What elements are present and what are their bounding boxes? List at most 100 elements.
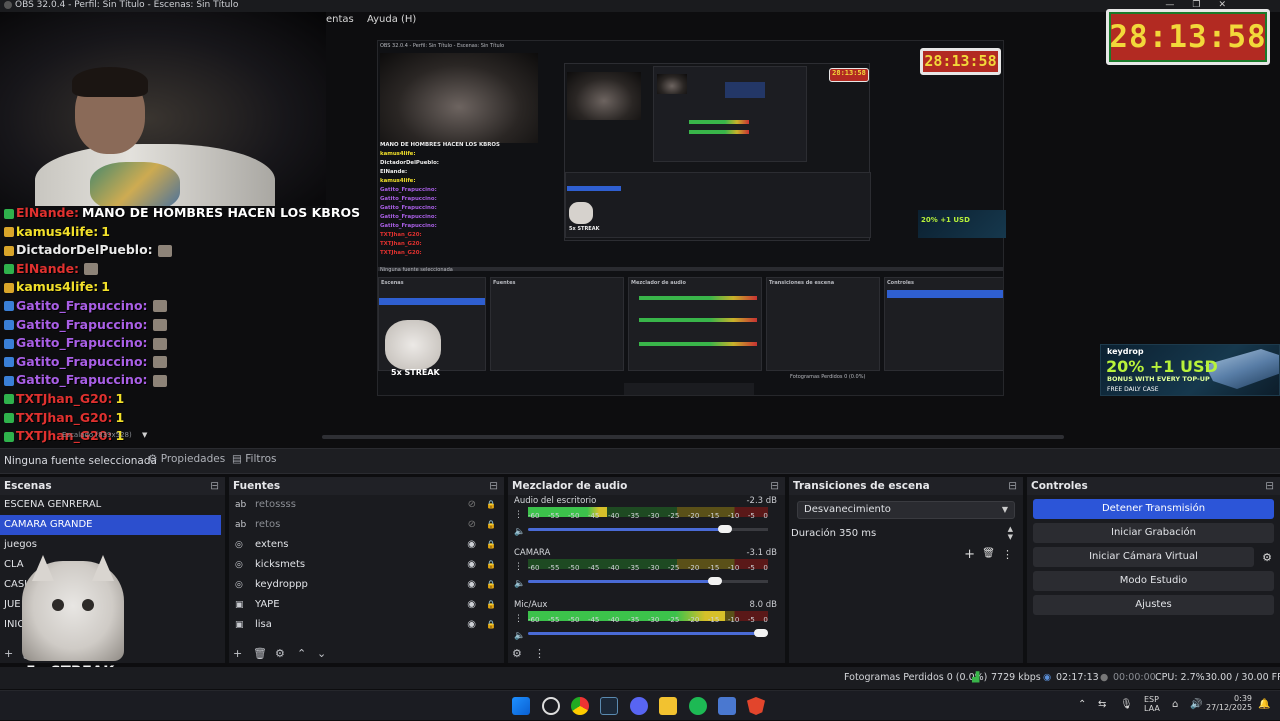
volume-slider-knob[interactable] <box>753 629 768 637</box>
source-item[interactable]: ab retossss ⊘ 🔒 <box>229 495 504 515</box>
chevron-up-icon[interactable]: ⌃ <box>1078 699 1086 710</box>
volume-icon[interactable]: 🔊 <box>1190 699 1202 710</box>
lock-icon[interactable]: 🔒 <box>486 520 496 529</box>
volume-slider[interactable] <box>528 575 768 587</box>
file-explorer-icon[interactable] <box>659 697 677 715</box>
studio-mode-button[interactable]: Modo Estudio <box>1033 571 1274 591</box>
add-source-icon[interactable]: + <box>233 647 242 660</box>
scene-item[interactable]: ESCENA GENRERAL <box>0 495 225 515</box>
duration-input[interactable]: 350 ms <box>839 528 876 539</box>
volume-slider[interactable] <box>528 523 768 535</box>
preview-chat-line: TXTJhan_G20: <box>380 250 422 256</box>
eye-off-icon[interactable]: ⊘ <box>468 499 476 510</box>
preview-canvas[interactable]: OBS 32.0.4 - Perfil: Sin Título - Escena… <box>377 40 1004 396</box>
preview-webcam <box>380 53 538 143</box>
language-indicator[interactable]: ESP LAA <box>1144 695 1160 713</box>
remove-source-icon[interactable]: 🗑 <box>253 647 267 660</box>
chat-badge-icon <box>4 413 14 424</box>
scene-item[interactable]: juegos <box>0 535 225 555</box>
eye-off-icon[interactable]: ⊘ <box>468 519 476 530</box>
menu-item-help[interactable]: Ayuda (H) <box>367 14 416 25</box>
steam-icon[interactable] <box>600 697 618 715</box>
eye-icon[interactable]: ◉ <box>467 619 476 630</box>
sources-header: Fuentes ⊟ <box>229 477 504 495</box>
settings-button[interactable]: Ajustes <box>1033 595 1274 615</box>
stop-stream-button[interactable]: Detener Transmisión <box>1033 499 1274 519</box>
source-item[interactable]: ▣ YAPE ◉ 🔒 <box>229 595 504 615</box>
mixer-settings-icon[interactable]: ⚙ <box>512 647 522 660</box>
microphone-icon[interactable]: 🎙 <box>1120 699 1133 710</box>
dock-undock-icon[interactable]: ⊟ <box>210 477 219 495</box>
scene-item[interactable]: CAMARA GRANDE <box>0 515 221 535</box>
start-recording-button[interactable]: Iniciar Grabación <box>1033 523 1274 543</box>
transition-select[interactable]: Desvanecimiento ▼ <box>797 501 1015 519</box>
browser-icon: ◎ <box>235 540 243 550</box>
preview-horizontal-scrollbar[interactable] <box>322 435 1064 439</box>
volume-slider-knob[interactable] <box>717 525 732 533</box>
source-item[interactable]: ◎ keydroppp ◉ 🔒 <box>229 575 504 595</box>
wifi-icon[interactable]: ⌂ <box>1172 699 1178 710</box>
obs-taskbar-icon[interactable] <box>542 697 560 715</box>
volume-slider-knob[interactable] <box>708 577 723 585</box>
dock-undock-icon[interactable]: ⊟ <box>1008 477 1017 495</box>
network-icon[interactable]: ⇆ <box>1098 699 1106 710</box>
spotify-icon[interactable] <box>689 697 707 715</box>
lock-icon[interactable]: 🔒 <box>486 620 496 629</box>
chat-emote-icon <box>152 356 167 369</box>
start-virtual-camera-button[interactable]: Iniciar Cámara Virtual <box>1033 547 1254 567</box>
move-up-icon[interactable]: ⌃ <box>297 647 306 660</box>
speaker-icon[interactable]: 🔈 <box>514 631 525 641</box>
chrome-icon[interactable] <box>571 697 589 715</box>
channel-menu-icon[interactable]: ⋮ <box>514 562 523 572</box>
lock-icon[interactable]: 🔒 <box>486 540 496 549</box>
source-item[interactable]: ab retos ⊘ 🔒 <box>229 515 504 535</box>
meter-scale-label: -25 <box>667 512 680 520</box>
eye-icon[interactable]: ◉ <box>467 559 476 570</box>
source-item[interactable]: ◎ extens ◉ 🔒 <box>229 535 504 555</box>
eye-icon[interactable]: ◉ <box>467 599 476 610</box>
channel-menu-icon[interactable]: ⋮ <box>514 510 523 520</box>
lock-icon[interactable]: 🔒 <box>486 560 496 569</box>
move-down-icon[interactable]: ⌄ <box>317 647 326 660</box>
meter-scale-label: -55 <box>547 564 560 572</box>
virtual-camera-settings-icon[interactable]: ⚙ <box>1262 551 1272 564</box>
eye-icon[interactable]: ◉ <box>467 579 476 590</box>
channel-menu-icon[interactable]: ⋮ <box>514 614 523 624</box>
menu-item-tools[interactable]: entas <box>326 14 354 25</box>
remove-transition-icon[interactable]: 🗑 <box>982 548 995 559</box>
duration-stepper[interactable]: ▲ ▼ <box>1008 525 1013 541</box>
properties-button[interactable]: ⚙ Propiedades <box>148 453 225 465</box>
meter-scale-label: -60 <box>528 616 540 624</box>
discord-icon[interactable] <box>630 697 648 715</box>
source-item[interactable]: ◎ kicksmets ◉ 🔒 <box>229 555 504 575</box>
source-item[interactable]: ▣ lisa ◉ 🔒 <box>229 615 504 635</box>
windows-start-icon[interactable] <box>512 697 530 715</box>
mixer-channel-db: -2.3 dB <box>746 496 777 506</box>
dock-undock-icon[interactable]: ⊟ <box>489 477 498 495</box>
dock-undock-icon[interactable]: ⊟ <box>770 477 779 495</box>
add-transition-icon[interactable]: + <box>964 547 975 562</box>
dock-undock-icon[interactable]: ⊟ <box>1265 477 1274 495</box>
brave-icon[interactable] <box>747 697 765 715</box>
source-properties-icon[interactable]: ⚙ <box>275 647 285 660</box>
filters-button[interactable]: ▤ Filtros <box>232 453 276 465</box>
mixer-menu-icon[interactable]: ⋮ <box>534 647 545 660</box>
volume-slider[interactable] <box>528 627 768 639</box>
calculator-icon[interactable] <box>718 697 736 715</box>
mixer-channel: Audio del escritorio -2.3 dB -60 -55 -50 -45-… <box>508 495 785 547</box>
lock-icon[interactable]: 🔒 <box>486 500 496 509</box>
notifications-icon[interactable]: 🔔 <box>1258 699 1270 710</box>
speaker-icon[interactable]: 🔈 <box>514 579 525 589</box>
webcam-feed <box>0 12 326 206</box>
lock-icon[interactable]: 🔒 <box>486 600 496 609</box>
clock[interactable]: 0:39 27/12/2025 <box>1206 694 1252 712</box>
chat-username: kamus4life: <box>16 223 99 239</box>
speaker-icon[interactable]: 🔈 <box>514 527 525 537</box>
add-scene-icon[interactable]: + <box>4 647 13 660</box>
transition-menu-icon[interactable]: ⋮ <box>1002 548 1013 561</box>
scale-dropdown-icon[interactable]: ▼ <box>142 431 147 439</box>
lock-icon[interactable]: 🔒 <box>486 580 496 589</box>
preview-countdown-clock: 28:13:58 <box>920 48 1001 75</box>
eye-icon[interactable]: ◉ <box>467 539 476 550</box>
chat-username: ElNande: <box>16 260 80 276</box>
